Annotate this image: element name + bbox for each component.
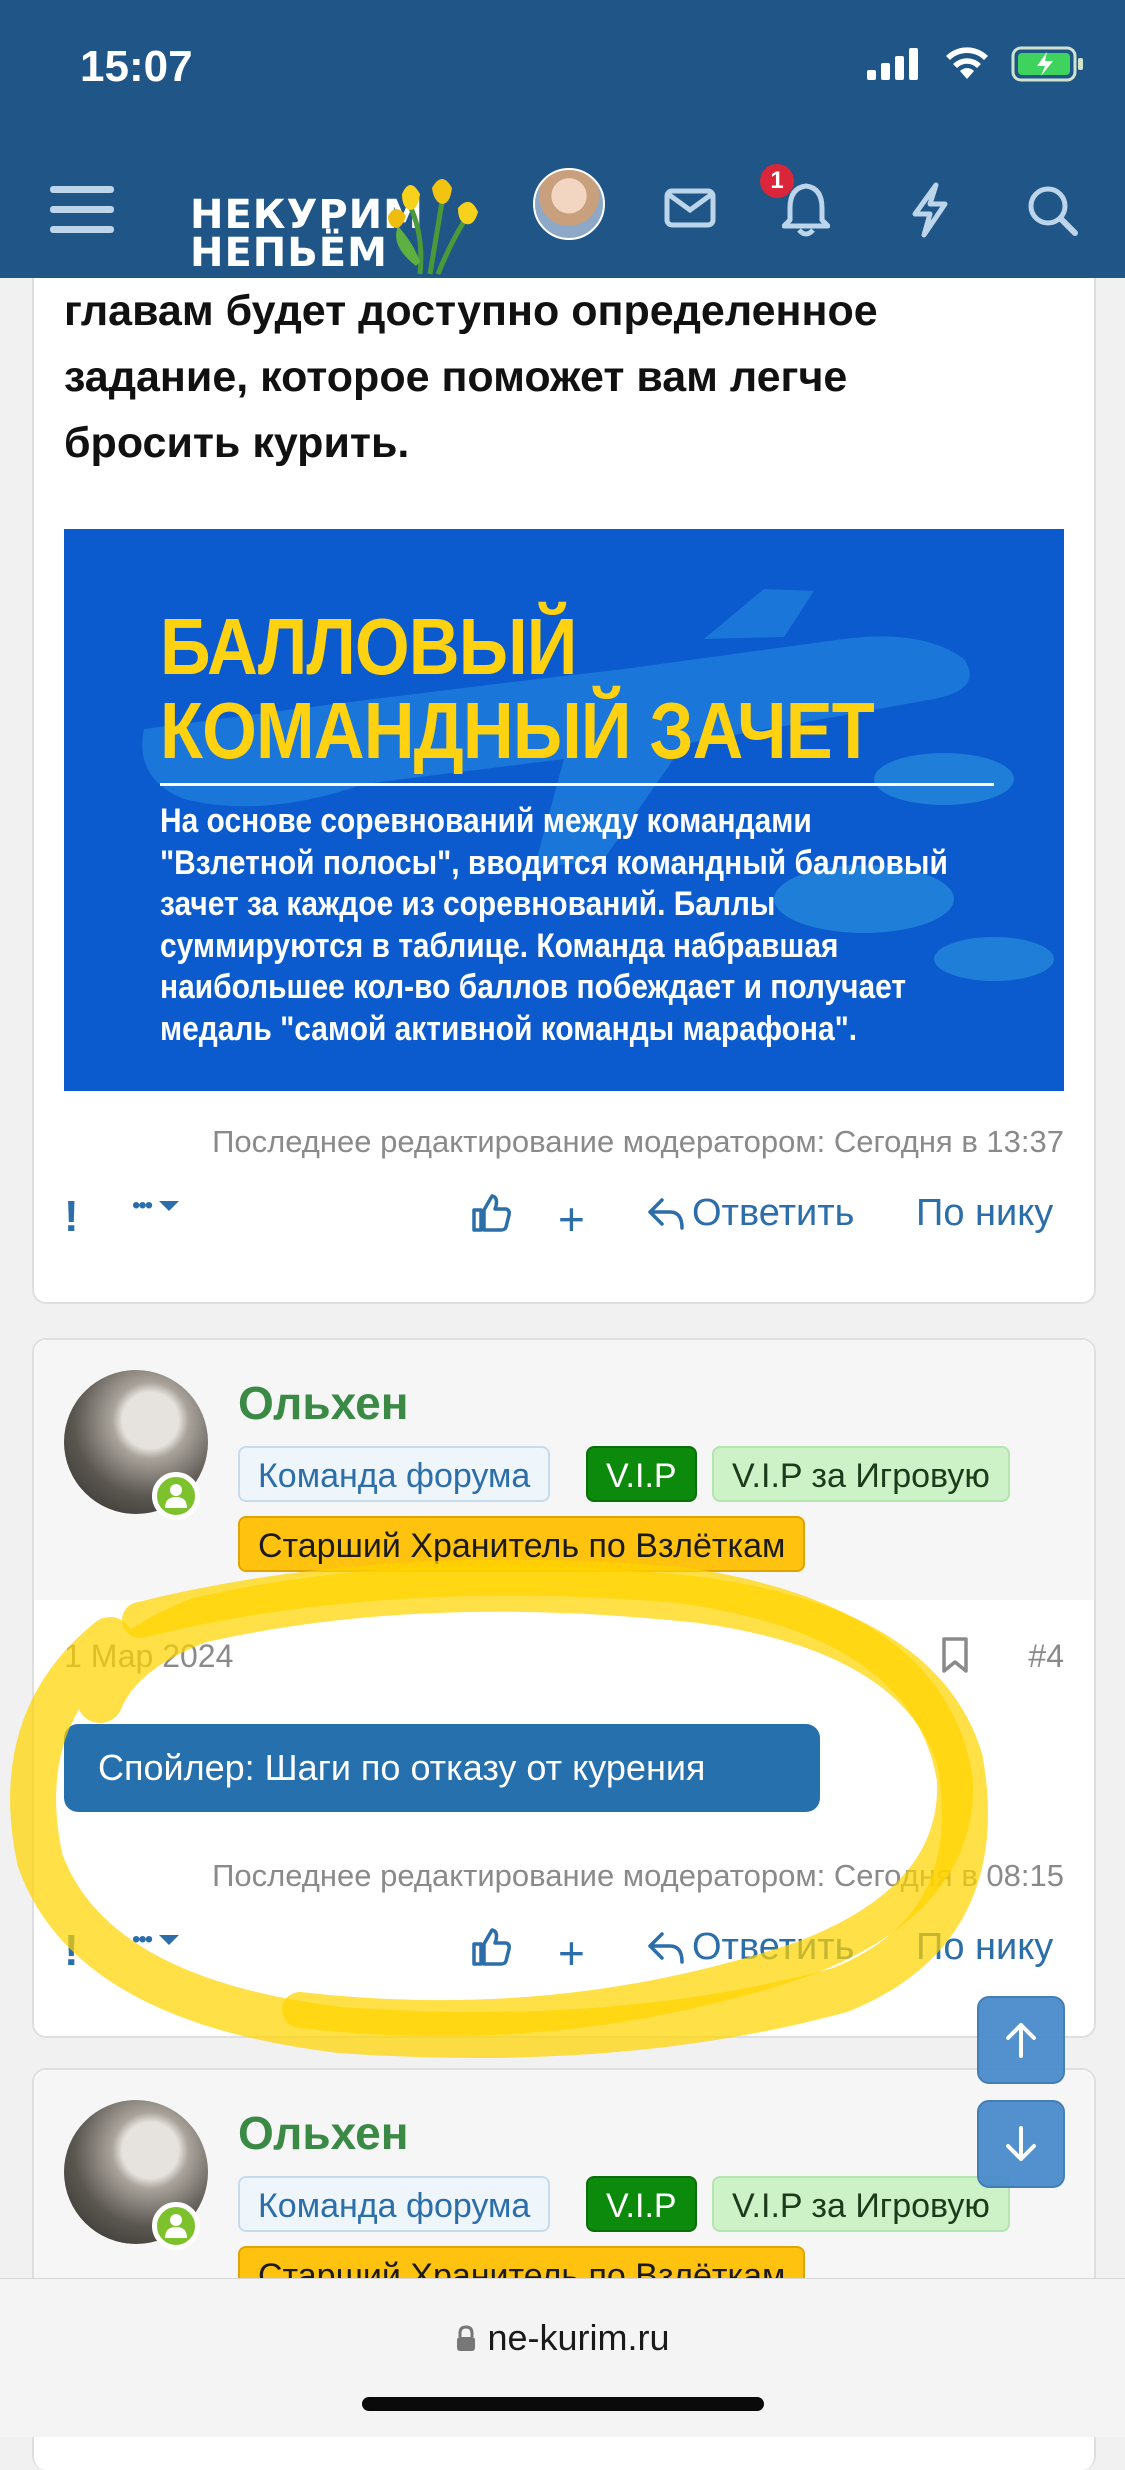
post-date[interactable]: 1 Мар 2024 (64, 1638, 233, 1675)
report-button[interactable]: ! (64, 1192, 79, 1242)
lock-icon (457, 2325, 476, 2351)
more-options-button[interactable]: ••• (132, 1192, 181, 1220)
post-actions: ! ••• + Ответить По нику (34, 1192, 1094, 1252)
banner-body-line: "Взлетной полосы", вводится командный ба… (160, 843, 948, 882)
status-time: 15:07 (80, 42, 193, 91)
wifi-icon (946, 47, 988, 79)
post-body: главам будет доступно определенное задан… (64, 278, 1044, 476)
scroll-down-button[interactable] (977, 2100, 1065, 2188)
banner-body: На основе соревнований между командами "… (160, 801, 948, 1050)
status-icons (867, 46, 1085, 82)
more-dots: ••• (132, 1192, 153, 1219)
post-card: главам будет доступно определенное задан… (32, 278, 1096, 1304)
lightning-icon (912, 182, 948, 238)
like-button[interactable] (470, 1926, 512, 1968)
user-badge: Команда форума (238, 1446, 551, 1502)
add-button[interactable]: + (558, 1926, 585, 1980)
status-bar: 15:07 (0, 0, 1125, 140)
spoiler-button[interactable]: Спойлер: Шаги по отказу от курения (64, 1724, 820, 1812)
more-options-button[interactable]: ••• (132, 1926, 181, 1954)
user-badge: V.I.P (586, 1446, 697, 1502)
bookmark-icon[interactable] (940, 1636, 970, 1674)
inbox-button[interactable] (650, 168, 730, 248)
banner-body-line: наибольшее кол-во баллов побеждает и пол… (160, 968, 907, 1006)
banner-title: БАЛЛОВЫЙ КОМАНДНЫЙ ЗАЧЕТ (160, 602, 875, 775)
browser-url-bar[interactable]: ne-kurim.ru (0, 2278, 1125, 2437)
like-button[interactable] (470, 1192, 512, 1234)
user-icon (165, 2214, 187, 2238)
user-badge: Старший Хранитель по Взлёткам (238, 1516, 806, 1572)
tulips-icon (388, 179, 478, 275)
thumbs-up-icon (472, 1928, 511, 1966)
banner-title-line1: БАЛЛОВЫЙ (160, 602, 577, 691)
post-text-line: задание, которое поможет вам легче (64, 353, 848, 401)
envelope-icon (664, 188, 716, 228)
reply-label: Ответить (692, 1192, 855, 1234)
chevron-down-icon (159, 1935, 180, 1945)
nav-bar: НЕКУРИМ НЕПЬЁМ 1 (0, 140, 1125, 278)
banner-body-line: зачет за каждое из соревнований. Баллы (160, 885, 776, 923)
scroll-up-button[interactable] (977, 1996, 1065, 2084)
signal-icon (867, 48, 918, 80)
edit-note: Последнее редактирование модератором: Се… (212, 1858, 1064, 1893)
whats-new-button[interactable] (890, 168, 970, 252)
by-nick-label: По нику (916, 1192, 1054, 1234)
banner-title-line2: КОМАНДНЫЙ ЗАЧЕТ (160, 686, 875, 775)
user-badge: Команда форума (238, 2176, 551, 2232)
search-icon (1028, 186, 1078, 236)
reply-icon (648, 1931, 684, 1964)
url-text: ne-kurim.ru (487, 2317, 670, 2358)
announcement-banner[interactable]: БАЛЛОВЫЙ КОМАНДНЫЙ ЗАЧЕТ На основе сорев… (64, 529, 1064, 1091)
author-name[interactable]: Ольхен (238, 1376, 408, 1430)
user-icon (165, 1484, 187, 1508)
site-logo[interactable]: НЕКУРИМ НЕПЬЁМ (190, 170, 478, 275)
by-nick-label: По нику (916, 1926, 1054, 1968)
quote-by-nick-button[interactable]: По нику (916, 1192, 1053, 1235)
search-button[interactable] (1010, 168, 1094, 252)
user-avatar[interactable] (533, 168, 605, 240)
online-indicator (152, 1472, 200, 1520)
post-card: Ольхен Команда форума V.I.P V.I.P за Игр… (32, 1338, 1096, 2038)
post-user-block: Ольхен Команда форума V.I.P V.I.P за Игр… (34, 1340, 1094, 1600)
banner-body-line: медаль "самой активной команды марафона"… (160, 1009, 858, 1048)
thumbs-up-icon (472, 1194, 511, 1232)
user-badge: V.I.P за Игровую (712, 2176, 1010, 2232)
reply-button[interactable]: Ответить (646, 1192, 854, 1235)
banner-body-line: суммируются в таблице. Команда набравшая (160, 926, 839, 965)
post-text-line: главам будет доступно определенное (64, 287, 878, 335)
chevron-down-icon (159, 1201, 180, 1211)
reply-button[interactable]: Ответить (646, 1926, 854, 1969)
post-number[interactable]: #4 (1028, 1638, 1064, 1675)
banner-divider (160, 783, 994, 786)
online-indicator (152, 2202, 200, 2250)
more-dots: ••• (132, 1926, 153, 1953)
home-indicator[interactable] (362, 2397, 764, 2411)
user-badge: V.I.P (586, 2176, 697, 2232)
quote-by-nick-button[interactable]: По нику (916, 1926, 1053, 1969)
notification-badge: 1 (760, 164, 794, 198)
user-badge: V.I.P за Игровую (712, 1446, 1010, 1502)
post-text-line: бросить курить. (64, 419, 410, 467)
hamburger-icon (50, 186, 114, 233)
edit-note: Последнее редактирование модератором: Се… (212, 1124, 1064, 1159)
report-button[interactable]: ! (64, 1926, 79, 1976)
reply-label: Ответить (692, 1926, 855, 1968)
author-name[interactable]: Ольхен (238, 2106, 408, 2160)
menu-button[interactable] (40, 168, 124, 252)
reply-icon (648, 1197, 684, 1230)
url-display[interactable]: ne-kurim.ru (0, 2317, 1125, 2359)
post-actions: ! ••• + Ответить По нику (34, 1926, 1094, 1986)
add-button[interactable]: + (558, 1192, 585, 1246)
arrow-down-icon (1006, 2126, 1036, 2161)
arrow-up-icon (1006, 2023, 1036, 2058)
app-header: 15:07 НЕКУРИМ НЕПЬЁМ 1 (0, 0, 1125, 278)
battery-icon (1011, 46, 1083, 82)
banner-body-line: На основе соревнований между командами (160, 802, 812, 840)
